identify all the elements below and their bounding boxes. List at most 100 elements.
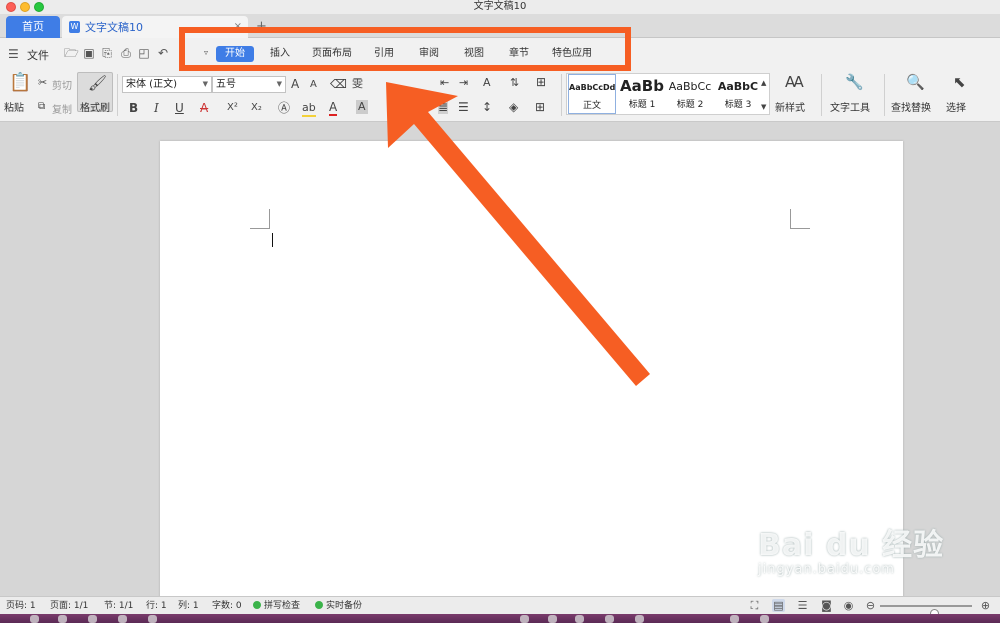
open-folder-icon[interactable]: 🗁	[64, 46, 79, 60]
paste-button[interactable]: 粘贴	[4, 99, 24, 114]
bold-button[interactable]: B	[129, 101, 138, 115]
style-heading-3[interactable]: AaBbC 标题 3	[714, 74, 762, 114]
magnifier-icon: 🔍	[906, 73, 925, 91]
page-view-icon[interactable]: ▤	[772, 599, 785, 612]
dock-app-icon[interactable]	[605, 615, 614, 623]
status-bar: 页码: 1 页面: 1/1 节: 1/1 行: 1 列: 1 字数: 0 拼写检…	[0, 596, 1000, 618]
grow-font-icon[interactable]: A	[291, 77, 299, 91]
font-size-value: 五号	[216, 79, 236, 90]
export-icon[interactable]: ⎘	[100, 46, 114, 60]
status-word-count: 字数: 0	[212, 601, 242, 611]
dock-app-icon[interactable]	[730, 615, 739, 623]
format-painter-button[interactable]: 🖌 格式刷	[77, 72, 113, 114]
divider	[561, 74, 562, 116]
annotation-highlight-box	[179, 27, 631, 71]
status-row: 行: 1	[146, 601, 167, 611]
tab-home[interactable]: 首页	[6, 16, 60, 38]
italic-button[interactable]: I	[154, 101, 159, 115]
print-preview-icon[interactable]: ◰	[137, 46, 151, 60]
zoom-slider[interactable]	[880, 605, 972, 618]
dock-app-icon[interactable]	[30, 615, 39, 623]
copy-button[interactable]: 复制	[52, 101, 72, 116]
watermark-url: jingyan.baidu.com	[758, 562, 895, 577]
chinese-layout-icon[interactable]: A	[483, 76, 491, 90]
dock-app-icon[interactable]	[520, 615, 529, 623]
wrench-icon: 🔧	[845, 73, 864, 91]
gallery-scroll-down-icon[interactable]: ▼	[761, 100, 766, 114]
text-caret	[272, 233, 273, 247]
dock-app-icon[interactable]	[635, 615, 644, 623]
line-spacing-icon[interactable]: ↕	[482, 100, 492, 114]
text-tools-button[interactable]: 文字工具	[830, 99, 870, 114]
zoom-in-icon[interactable]: ⊕	[979, 599, 992, 612]
dock-app-icon[interactable]	[88, 615, 97, 623]
justify-icon[interactable]: ≣	[438, 100, 449, 114]
spell-check-toggle[interactable]: 拼写检查	[253, 597, 300, 615]
strikethrough-button[interactable]: A	[200, 101, 208, 115]
watermark-logo: Bai du 经验	[758, 528, 945, 563]
style-name: 标题 3	[724, 100, 752, 110]
copy-icon: ⧉	[38, 101, 46, 112]
clear-format-icon[interactable]: ⌫	[330, 77, 347, 91]
shading-icon[interactable]: ◈	[509, 100, 518, 114]
increase-indent-icon[interactable]: ⇥	[459, 76, 468, 90]
new-style-button[interactable]: 新样式	[775, 99, 805, 114]
margin-mark-top-left	[250, 209, 270, 229]
sort-icon[interactable]: ⇅	[510, 76, 519, 90]
new-style-icon: Ꜳ	[785, 73, 804, 91]
divider	[117, 74, 118, 116]
eye-protection-icon[interactable]: ◉	[842, 599, 855, 612]
phonetic-guide-icon[interactable]: 雯	[352, 77, 363, 91]
outline-view-icon[interactable]: ☰	[796, 599, 809, 612]
dock-app-icon[interactable]	[760, 615, 769, 623]
style-gallery: AaBbCcDd 正文 AaBb 标题 1 AaBbCc 标题 2 AaBbC …	[566, 73, 770, 115]
font-color-button[interactable]: A	[329, 100, 338, 116]
web-view-icon[interactable]: ◙	[820, 599, 833, 612]
superscript-button[interactable]: X²	[227, 101, 238, 115]
font-size-select[interactable]: 五号 ▼	[212, 76, 286, 93]
divider	[884, 74, 885, 116]
distributed-align-icon[interactable]: ☰	[458, 100, 469, 114]
status-pages: 页面: 1/1	[50, 601, 89, 611]
zoom-out-icon[interactable]: ⊖	[864, 599, 877, 612]
select-button[interactable]: 选择	[946, 99, 966, 114]
tab-document-label: 文字文稿10	[85, 21, 143, 34]
borders-icon[interactable]: ⊞	[535, 100, 545, 114]
find-replace-button[interactable]: 查找替换	[891, 99, 931, 114]
gallery-scroll-up-icon[interactable]: ▲	[761, 76, 766, 90]
style-heading-1[interactable]: AaBb 标题 1	[618, 74, 666, 114]
shrink-font-icon[interactable]: A	[310, 78, 317, 92]
style-heading-2[interactable]: AaBbCc 标题 2	[666, 74, 714, 114]
style-normal[interactable]: AaBbCcDd 正文	[568, 74, 616, 114]
font-family-select[interactable]: 宋体 (正文) ▼	[122, 76, 212, 93]
chevron-down-icon: ▼	[202, 80, 208, 88]
window-title: 文字文稿10	[473, 1, 527, 12]
char-shading-icon[interactable]: A	[356, 100, 368, 114]
fit-page-icon[interactable]: ⛶	[748, 599, 761, 612]
subscript-button[interactable]: X₂	[251, 101, 262, 115]
undo-icon[interactable]: ↶	[156, 46, 170, 60]
print-icon[interactable]: ⎙	[119, 46, 133, 60]
divider	[821, 74, 822, 116]
cut-button[interactable]: 剪切	[52, 77, 72, 92]
dock-app-icon[interactable]	[148, 615, 157, 623]
dock-app-icon[interactable]	[575, 615, 584, 623]
highlight-icon[interactable]: ab	[302, 101, 316, 117]
show-marks-icon[interactable]: ⊞	[536, 75, 546, 89]
underline-button[interactable]: U	[175, 101, 184, 115]
paste-icon[interactable]: 📋	[9, 74, 31, 92]
save-icon[interactable]: ▣	[82, 46, 96, 60]
spell-check-label: 拼写检查	[264, 601, 301, 611]
status-dot-icon	[315, 601, 323, 609]
scissors-icon: ✂	[38, 76, 48, 89]
file-menu[interactable]: 文件	[27, 47, 49, 63]
watermark: Bai du 经验 jingyan.baidu.com	[758, 520, 944, 577]
style-sample: AaBb	[620, 77, 664, 95]
hamburger-menu-icon[interactable]: ☰	[8, 47, 19, 61]
dock-app-icon[interactable]	[118, 615, 127, 623]
decrease-indent-icon[interactable]: ⇤	[440, 76, 449, 90]
dock-app-icon[interactable]	[58, 615, 67, 623]
dock-app-icon[interactable]	[548, 615, 557, 623]
backup-toggle[interactable]: 实时备份	[315, 597, 362, 615]
text-effect-icon[interactable]: Ⓐ	[278, 101, 290, 115]
